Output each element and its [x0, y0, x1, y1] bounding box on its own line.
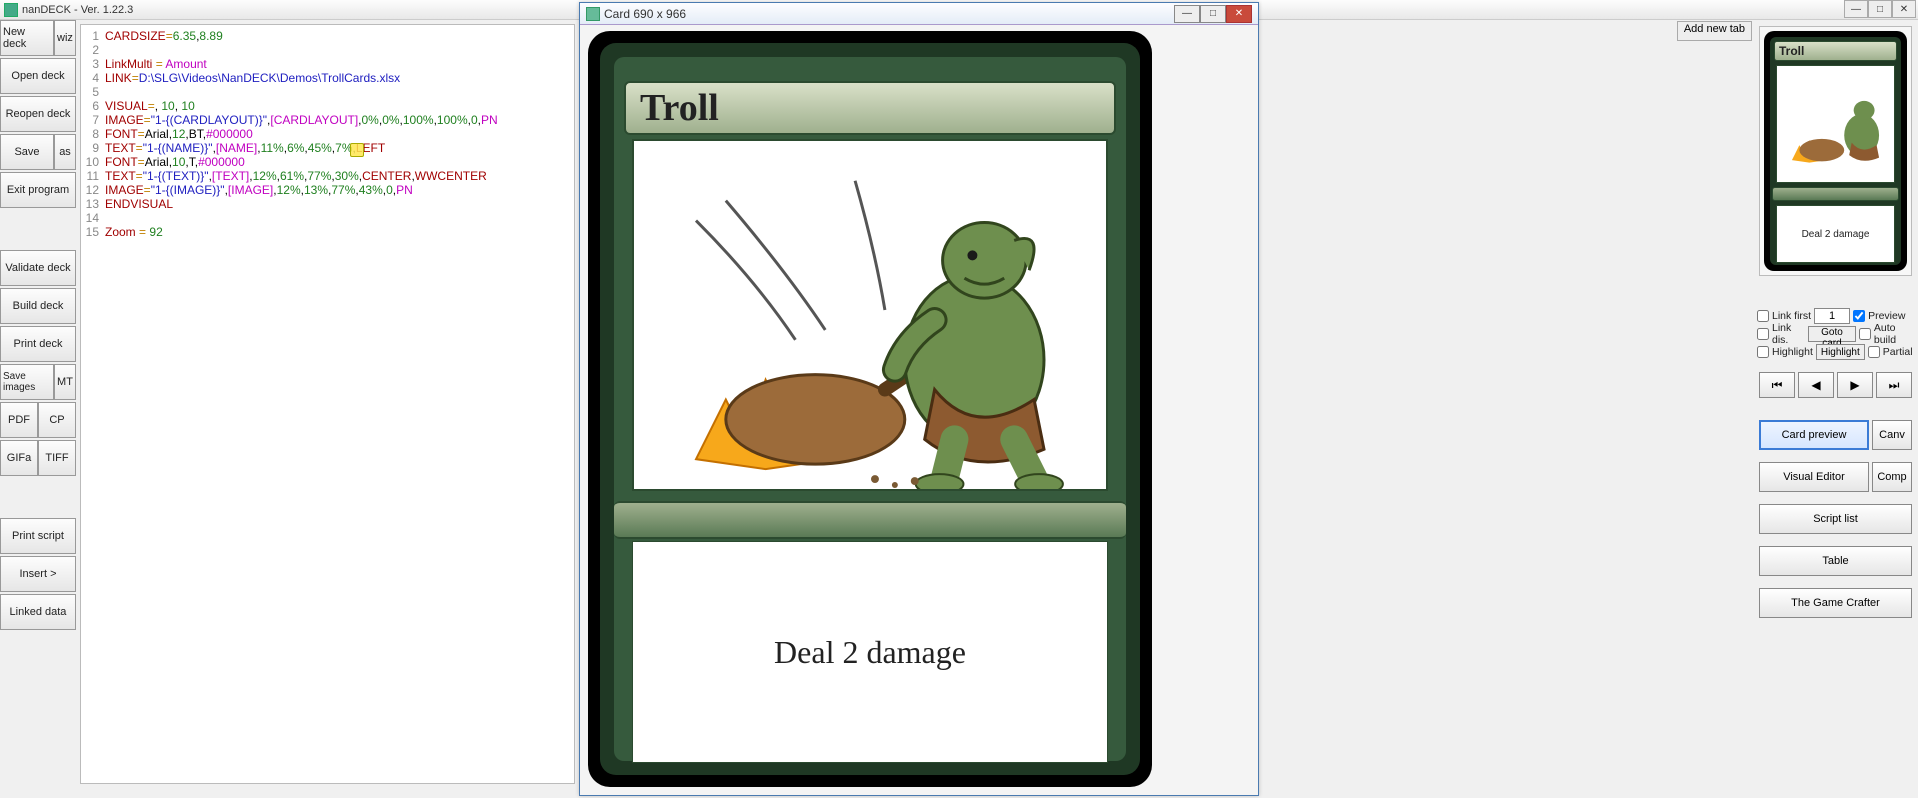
options-panel: Link first Preview Link dis. Goto card A…	[1757, 308, 1914, 362]
preview-checkbox[interactable]	[1853, 310, 1865, 322]
add-new-tab-button[interactable]: Add new tab	[1677, 21, 1752, 41]
card-window: Card 690 x 966 — □ ✕ Troll	[579, 2, 1259, 796]
link-dis-label: Link dis.	[1772, 322, 1805, 346]
link-first-label: Link first	[1772, 310, 1811, 322]
left-sidebar: New deckwiz Open deck Reopen deck Saveas…	[0, 20, 78, 632]
preview-label: Preview	[1868, 310, 1905, 322]
visual-editor-button[interactable]: Visual Editor	[1759, 462, 1869, 492]
close-button[interactable]: ✕	[1892, 0, 1916, 18]
card-canvas: Troll	[588, 31, 1152, 787]
card-titlebar[interactable]: Card 690 x 966 — □ ✕	[580, 3, 1258, 25]
script-list-button[interactable]: Script list	[1759, 504, 1912, 534]
new-deck-button[interactable]: New deck	[0, 20, 54, 56]
app-title: nanDECK - Ver. 1.22.3	[22, 4, 133, 16]
thumb-title: Troll	[1774, 41, 1897, 61]
auto-build-checkbox[interactable]	[1859, 328, 1871, 340]
cp-button[interactable]: CP	[38, 402, 76, 438]
highlight-label: Highlight	[1772, 346, 1813, 358]
thumb-text: Deal 2 damage	[1776, 205, 1895, 263]
goto-card-button[interactable]: Goto card	[1808, 326, 1856, 342]
card-text-box: Deal 2 damage	[632, 541, 1108, 763]
comp-button[interactable]: Comp	[1872, 462, 1912, 492]
nav-prev-button[interactable]: ◀	[1798, 372, 1834, 398]
auto-build-label: Auto build	[1874, 322, 1914, 346]
print-script-button[interactable]: Print script	[0, 518, 76, 554]
validate-deck-button[interactable]: Validate deck	[0, 250, 76, 286]
open-deck-button[interactable]: Open deck	[0, 58, 76, 94]
nav-next-button[interactable]: ▶	[1837, 372, 1873, 398]
linked-data-button[interactable]: Linked data	[0, 594, 76, 630]
save-as-button[interactable]: as	[54, 134, 76, 170]
nav-last-button[interactable]: ⏭	[1876, 372, 1912, 398]
card-number-input[interactable]	[1814, 308, 1850, 324]
build-deck-button[interactable]: Build deck	[0, 288, 76, 324]
right-panel: Troll Deal 2 damage Link first Preview	[1753, 20, 1918, 796]
app-icon	[4, 3, 18, 17]
nav-first-button[interactable]: ⏮	[1759, 372, 1795, 398]
canv-button[interactable]: Canv	[1872, 420, 1912, 450]
link-first-checkbox[interactable]	[1757, 310, 1769, 322]
card-window-title: Card 690 x 966	[604, 7, 686, 21]
card-close-button[interactable]: ✕	[1226, 5, 1252, 23]
game-crafter-button[interactable]: The Game Crafter	[1759, 588, 1912, 618]
link-dis-checkbox[interactable]	[1757, 328, 1769, 340]
card-text: Deal 2 damage	[774, 634, 966, 671]
pdf-button[interactable]: PDF	[0, 402, 38, 438]
nav-row: ⏮ ◀ ▶ ⏭	[1759, 372, 1912, 398]
exit-button[interactable]: Exit program	[0, 172, 76, 208]
table-button[interactable]: Table	[1759, 546, 1912, 576]
mt-button[interactable]: MT	[54, 364, 76, 400]
partial-checkbox[interactable]	[1868, 346, 1880, 358]
card-art	[632, 139, 1108, 491]
highlight-button[interactable]: Highlight	[1816, 344, 1865, 360]
code-editor[interactable]: 1CARDSIZE=6.35,8.8923LinkMulti = Amount4…	[80, 24, 575, 784]
save-button[interactable]: Save	[0, 134, 54, 170]
print-deck-button[interactable]: Print deck	[0, 326, 76, 362]
card-thumbnail[interactable]: Troll Deal 2 damage	[1759, 26, 1912, 276]
highlight-checkbox[interactable]	[1757, 346, 1769, 358]
troll-illustration	[634, 141, 1106, 489]
card-divider	[614, 501, 1126, 539]
maximize-button[interactable]: □	[1868, 0, 1892, 18]
card-minimize-button[interactable]: —	[1174, 5, 1200, 23]
save-images-button[interactable]: Save images	[0, 364, 54, 400]
reopen-deck-button[interactable]: Reopen deck	[0, 96, 76, 132]
card-preview-button[interactable]: Card preview	[1759, 420, 1869, 450]
card-name: Troll	[640, 86, 719, 130]
insert-button[interactable]: Insert >	[0, 556, 76, 592]
minimize-button[interactable]: —	[1844, 0, 1868, 18]
card-window-icon	[586, 7, 600, 21]
tiff-button[interactable]: TIFF	[38, 440, 76, 476]
card-title-banner: Troll	[624, 81, 1116, 135]
card-maximize-button[interactable]: □	[1200, 5, 1226, 23]
gifa-button[interactable]: GIFa	[0, 440, 38, 476]
wiz-button[interactable]: wiz	[54, 20, 76, 56]
thumb-art	[1776, 65, 1895, 183]
partial-label: Partial	[1883, 346, 1913, 358]
mouse-cursor-icon	[350, 143, 364, 157]
